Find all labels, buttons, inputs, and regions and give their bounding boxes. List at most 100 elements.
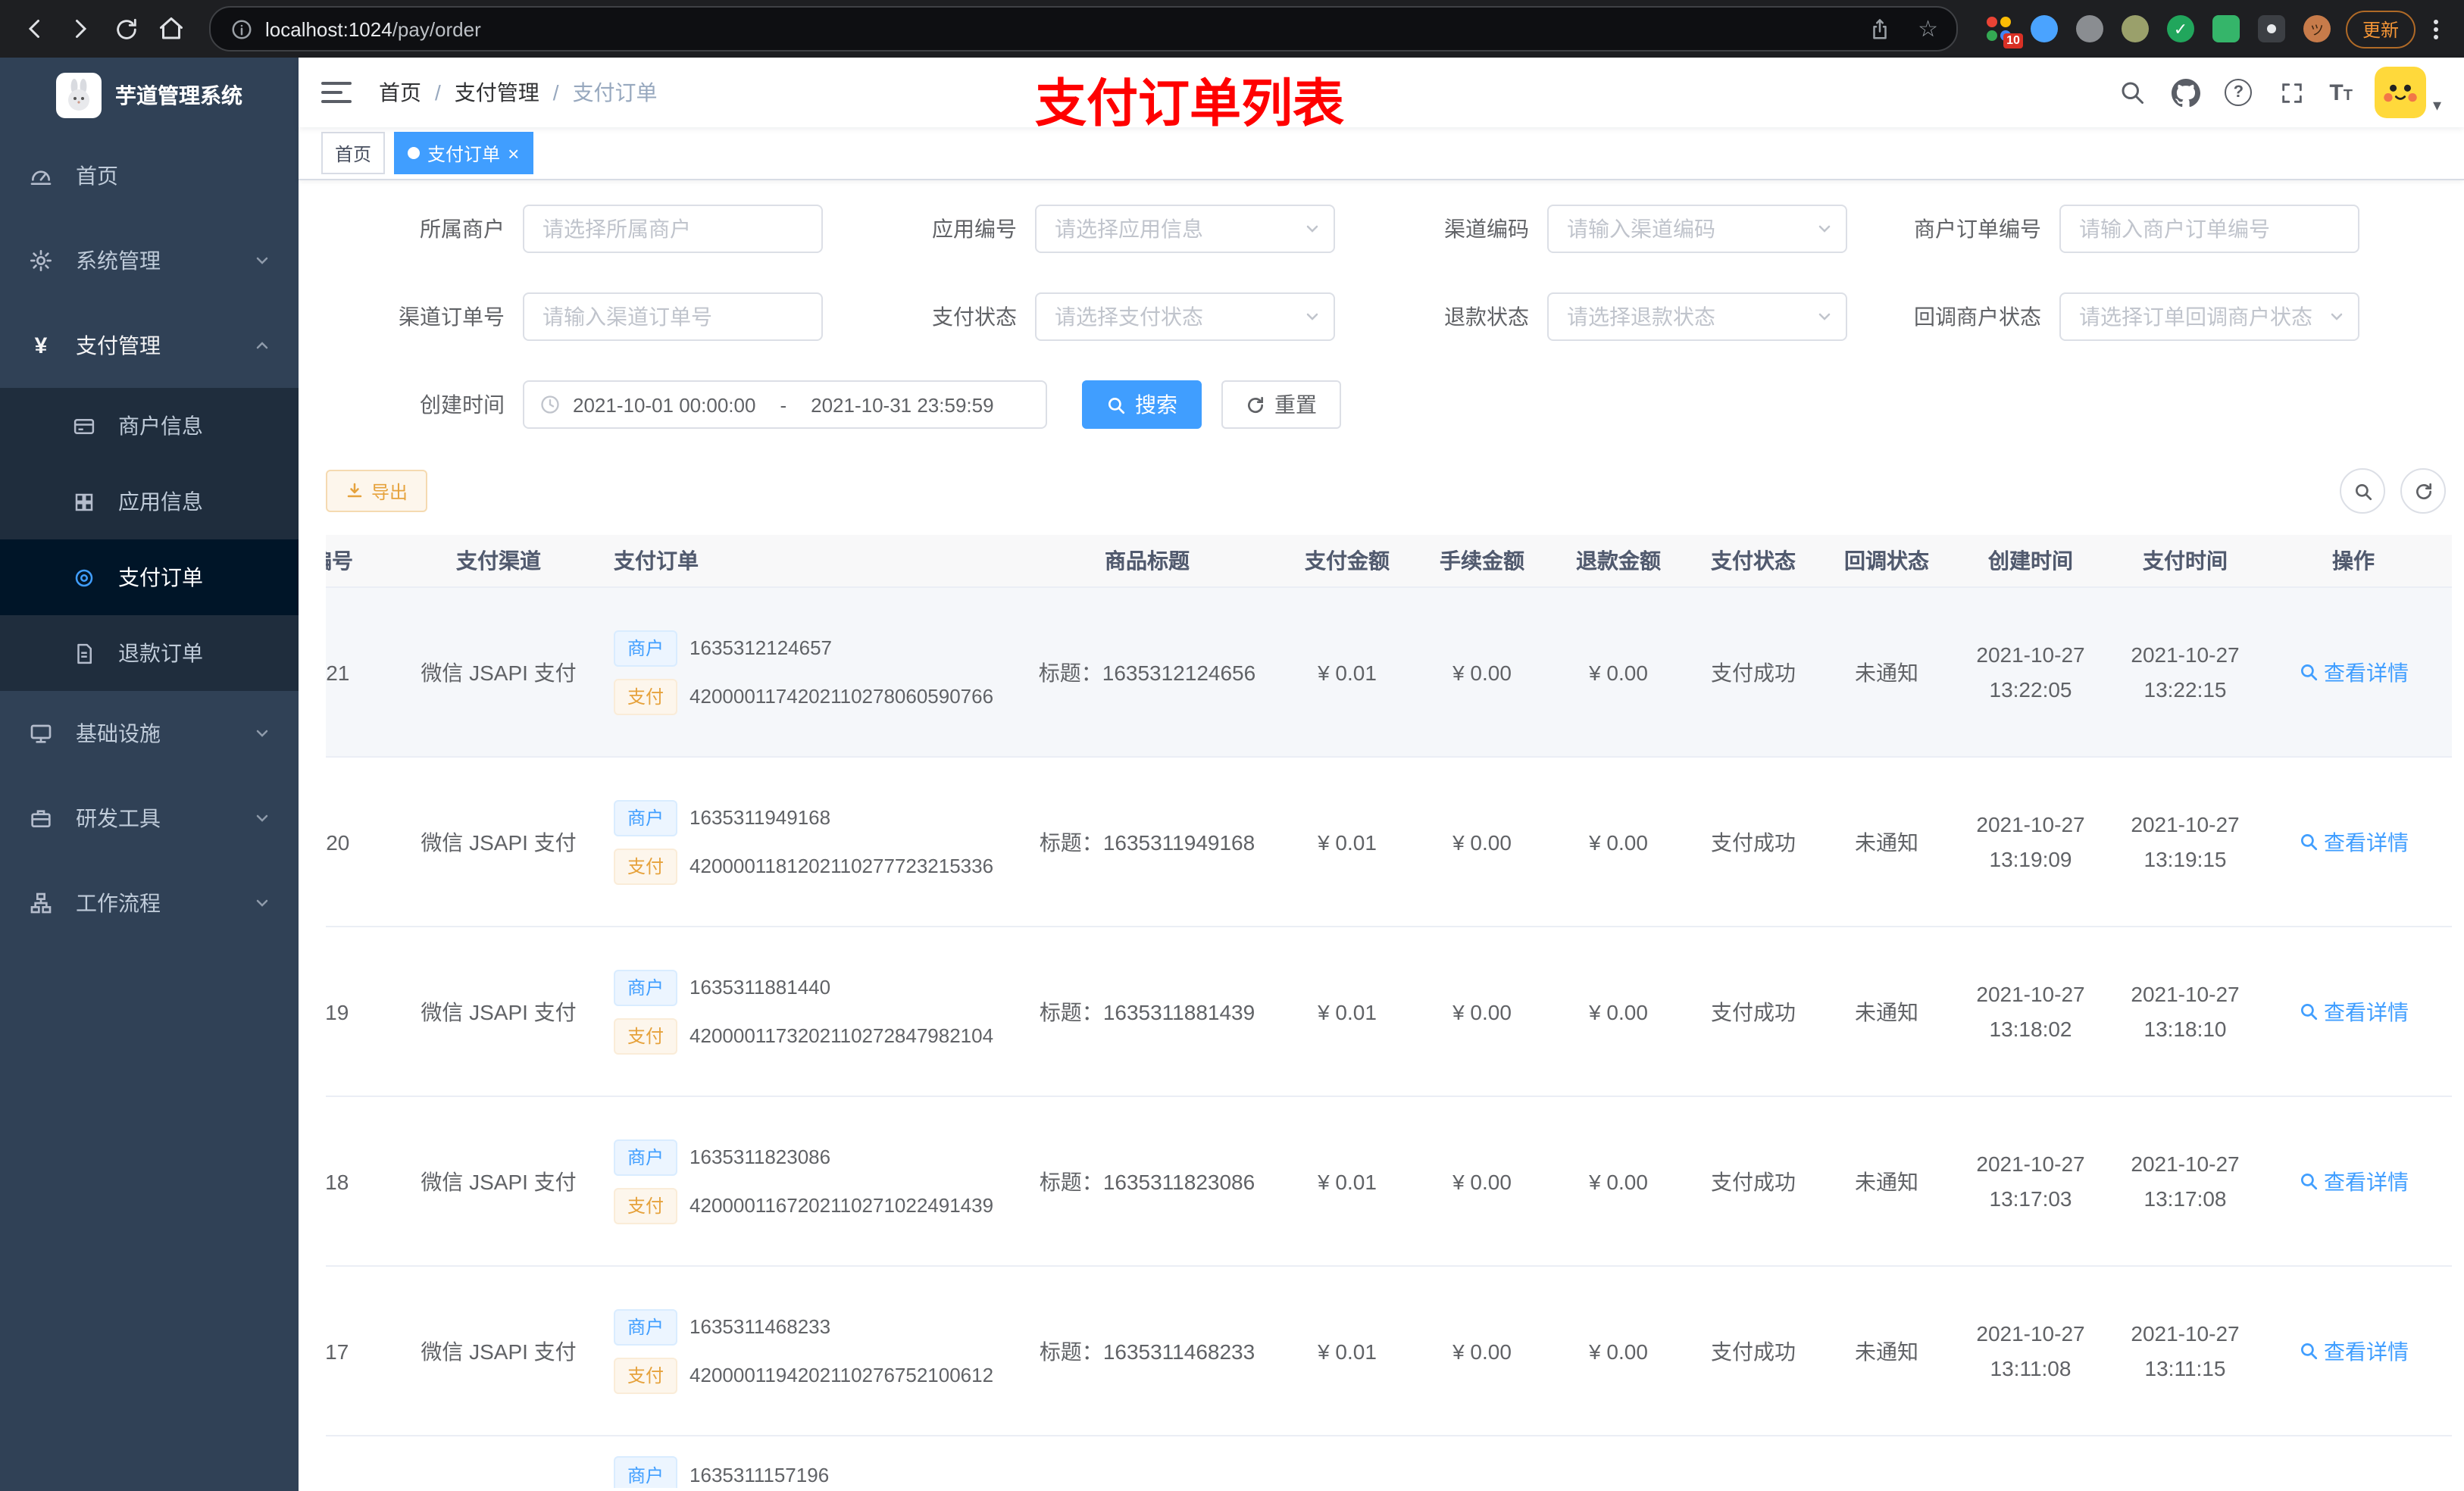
extension-olive-icon[interactable] [2121,15,2149,42]
payment-submenu: 商户信息 应用信息 支付订单 退款订单 [0,388,299,691]
merchant-filter-input[interactable] [523,205,823,253]
forward-icon[interactable] [61,9,100,48]
refund-status-filter-select[interactable] [1547,292,1847,341]
app-logo[interactable]: 芋道管理系统 [0,58,299,133]
font-size-icon[interactable]: TT [2329,81,2353,104]
active-dot [408,147,421,159]
toggle-search-icon[interactable] [2340,468,2385,514]
top-navbar: 首页 / 支付管理 / 支付订单 支付订单列表 ? TT ▾ [299,58,2464,133]
sidebar-item-pay-order[interactable]: 支付订单 [0,539,299,615]
view-detail-link[interactable]: 查看详情 [2298,657,2409,687]
sidebar-item-payment[interactable]: ¥ 支付管理 [0,303,299,388]
github-icon[interactable] [2170,77,2200,108]
channel-code-filter-select[interactable] [1547,205,1847,253]
browser-menu-icon[interactable] [2422,19,2449,39]
fee-amount: ¥ 0.00 [1452,660,1512,684]
merchant-order-no-filter-label: 商户订单编号 [1914,217,2041,241]
refresh-icon[interactable] [2400,468,2446,514]
pay-status: 支付成功 [1711,1169,1796,1193]
view-detail-link[interactable]: 查看详情 [2298,827,2409,857]
pay-order-cell: 商户 1635311468233 支付 42000011942021102767… [605,1308,1014,1393]
merchant-tag: 商户 [614,1139,678,1175]
merchant-order-no: 1635311157196 [689,1463,830,1486]
sidebar-item-app-info[interactable]: 应用信息 [0,464,299,539]
close-icon[interactable]: × [508,143,519,163]
table-row: 120 微信 JSAPI 支付 商户 1635311949168 [326,758,2452,927]
product-title: 标题： 1635311881439 [1039,999,1255,1024]
sidebar-item-workflow[interactable]: 工作流程 [0,861,299,946]
sidebar-item-home[interactable]: 首页 [0,133,299,218]
reset-button[interactable]: 重置 [1221,380,1341,429]
gear-icon [27,247,55,274]
view-detail-link[interactable]: 查看详情 [2298,996,2409,1027]
reload-icon[interactable] [106,9,145,48]
avatar[interactable] [2375,67,2427,118]
back-icon[interactable] [15,9,55,48]
user-menu[interactable]: ▾ [2375,67,2441,118]
breadcrumb-home[interactable]: 首页 [379,77,421,108]
tab-pay-order[interactable]: 支付订单 × [394,132,533,174]
merchant-tag: 商户 [614,799,678,836]
bookmark-star-icon[interactable]: ☆ [1918,17,1938,40]
search-button[interactable]: 搜索 [1082,380,1202,429]
create-time-range-picker[interactable]: 2021-10-01 00:00:00 - 2021-10-31 23:59:5… [523,380,1047,429]
extension-pin-icon[interactable] [2257,15,2285,42]
browser-chrome: localhost:1024/pay/order ☆ 10 ✓ ツ 更新 [0,0,2464,58]
extension-badge: 10 [2003,33,2023,48]
merchant-tag: 商户 [614,1456,678,1488]
table-row-partial: 商户 1635311157196 [326,1436,2452,1488]
fee-amount: ¥ 0.00 [1452,830,1512,854]
site-info-icon[interactable] [229,9,253,48]
sidebar-item-refund-order[interactable]: 退款订单 [0,615,299,691]
create-time-filter-label: 创建时间 [420,392,505,417]
extension-gray-icon[interactable] [2075,15,2103,42]
pay-order-no: 4200001181202110277723215336 [689,855,994,877]
sidebar-item-dev-tools[interactable]: 研发工具 [0,776,299,861]
merchant-tag: 商户 [614,969,678,1005]
order-id: 118 [326,1169,349,1193]
pay-channel: 微信 JSAPI 支付 [421,1169,577,1193]
export-button[interactable]: 导出 [326,470,428,512]
address-bar[interactable]: localhost:1024/pay/order ☆ [209,6,1958,52]
refund-amount: ¥ 0.00 [1589,999,1648,1024]
pay-channel: 微信 JSAPI 支付 [421,830,577,854]
app-filter-select[interactable] [1035,205,1335,253]
sidebar-item-system[interactable]: 系统管理 [0,218,299,303]
create-time: 2021-10-27 13:11:08 [1976,1321,2085,1380]
pay-order-cell: 商户 1635311949168 支付 42000011812021102777… [605,799,1014,884]
home-icon[interactable] [152,9,191,48]
extension-face-icon[interactable]: ツ [2303,15,2331,42]
merchant-order-no: 1635311881440 [689,976,831,999]
table-row: 119 微信 JSAPI 支付 商户 1635311881440 [326,927,2452,1097]
browser-update-button[interactable]: 更新 [2345,10,2416,48]
view-detail-link[interactable]: 查看详情 [2298,1166,2409,1196]
create-time: 2021-10-27 13:19:09 [1976,812,2085,871]
pay-status-filter-select[interactable] [1035,292,1335,341]
callback-status-filter-select[interactable] [2059,292,2359,341]
sidebar-item-infra[interactable]: 基础设施 [0,691,299,776]
table-row: 118 微信 JSAPI 支付 商户 1635311823086 [326,1097,2452,1267]
caret-down-icon: ▾ [2432,97,2441,115]
merchant-order-no: 1635312124657 [689,636,833,659]
target-icon [70,564,97,591]
tab-home[interactable]: 首页 [321,132,386,174]
hamburger-icon[interactable] [321,76,355,109]
merchant-order-no-filter-input[interactable] [2059,205,2359,253]
extension-green-square-icon[interactable] [2212,15,2240,42]
fullscreen-icon[interactable] [2276,77,2306,108]
pay-tag: 支付 [614,848,678,884]
channel-order-no-filter-input[interactable] [523,292,823,341]
date-start: 2021-10-01 00:00:00 [573,393,756,416]
help-icon[interactable]: ? [2223,77,2253,108]
pay-order-no: 4200001194202110276752100612 [689,1364,994,1386]
view-detail-link[interactable]: 查看详情 [2298,1336,2409,1366]
pay-channel: 微信 JSAPI 支付 [421,660,577,684]
extension-colorful-icon[interactable]: 10 [1985,15,2023,48]
sidebar-item-merchant-info[interactable]: 商户信息 [0,388,299,464]
share-icon[interactable] [1860,9,1900,48]
extension-green-check-icon[interactable]: ✓ [2166,15,2194,42]
chevron-up-icon [253,336,271,355]
search-icon[interactable] [2117,77,2147,108]
extension-blue-icon[interactable] [2030,15,2058,42]
pay-time: 2021-10-27 13:17:08 [2131,1152,2240,1210]
